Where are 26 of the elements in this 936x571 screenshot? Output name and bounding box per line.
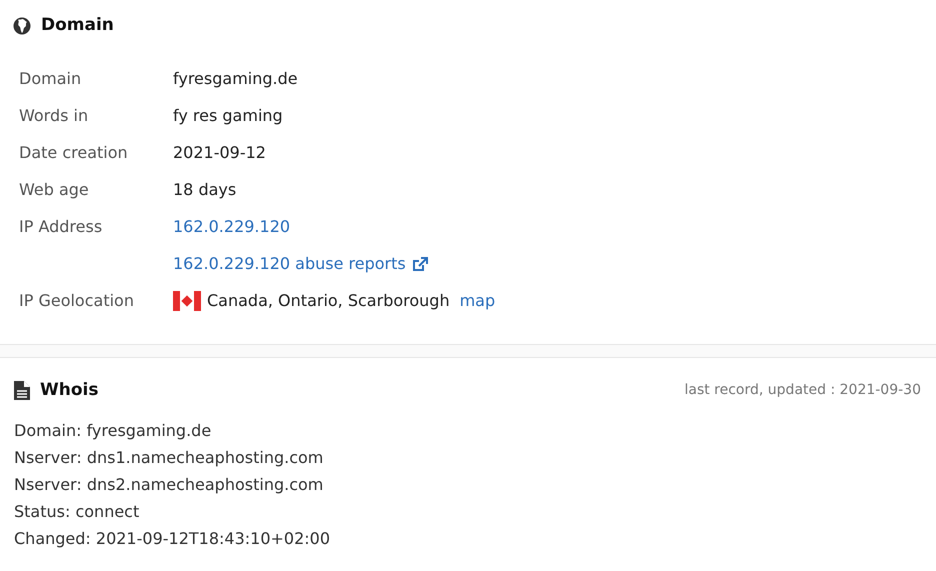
field-value: fyresgaming.de	[173, 68, 298, 90]
location-text: Canada, Ontario, Scarborough	[207, 290, 450, 312]
field-value: fy res gaming	[173, 105, 283, 127]
field-label: Words in	[19, 106, 88, 125]
field-label: IP Address	[19, 217, 102, 236]
field-value: 2021-09-12	[173, 142, 266, 164]
updated-note: last record, updated : 2021-09-30	[684, 380, 922, 400]
section-title: Whois	[40, 378, 98, 402]
whois-line: Changed: 2021-09-12T18:43:10+02:00	[14, 528, 332, 550]
abuse-reports-link[interactable]: 162.0.229.120 abuse reports	[173, 252, 406, 276]
document-icon	[14, 380, 30, 400]
map-link[interactable]: map	[460, 289, 496, 313]
whois-line: Domain: fyresgaming.de	[14, 420, 212, 442]
field-label: Domain	[19, 69, 82, 88]
section-title: Domain	[41, 14, 114, 37]
globe-icon	[13, 16, 31, 35]
field-value: 18 days	[173, 179, 236, 201]
field-label: IP Geolocation	[19, 291, 134, 310]
field-label: Date creation	[19, 143, 128, 162]
whois-line: Nserver: dns1.namecheaphosting.com	[14, 447, 324, 469]
whois-line: Status: connect	[14, 501, 140, 523]
whois-line: Nserver: dns2.namecheaphosting.com	[14, 474, 324, 496]
ip-link[interactable]: 162.0.229.120	[173, 215, 290, 239]
field-label: Web age	[19, 180, 89, 199]
external-link-icon[interactable]	[412, 256, 429, 272]
canada-flag-icon	[173, 291, 201, 311]
